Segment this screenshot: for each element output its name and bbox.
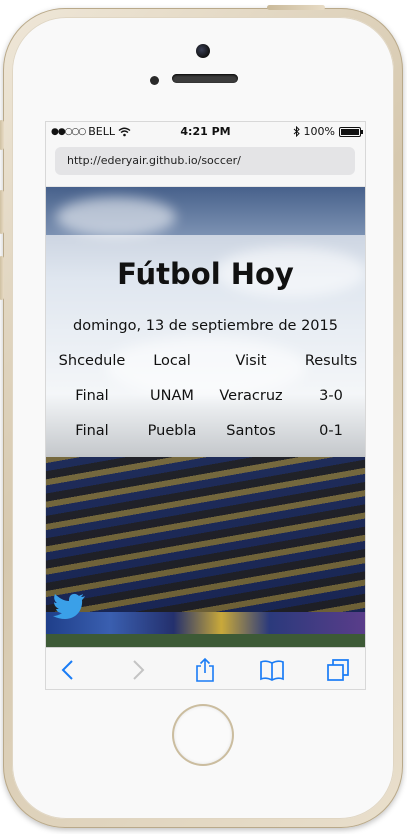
table-row: Final UNAM Veracruz 3-0 [46,388,365,423]
visit-team-cell: Veracruz [219,388,283,404]
share-icon[interactable] [192,657,218,683]
mute-switch [0,120,4,150]
pitch-edge [46,634,365,647]
safari-toolbar [46,647,365,689]
earpiece-speaker [172,74,238,83]
volume-down-button [0,256,4,300]
match-date: domingo, 13 de septiembre de 2015 [73,318,338,334]
twitter-bird-icon [53,593,85,619]
battery-icon [339,126,363,137]
schedule-cell: Final [75,423,109,439]
proximity-sensor [150,76,159,85]
stadium-banner [46,612,365,634]
bookmarks-icon[interactable] [259,657,285,683]
status-bar: ●●○○○ BELL 4:21 PM 100% [46,122,365,142]
back-chevron-icon[interactable] [56,657,82,683]
table-row: Final Puebla Santos 0-1 [46,423,365,458]
tabs-icon[interactable] [325,657,351,683]
result-cell: 3-0 [319,388,343,404]
address-bar-area: http://ederyair.github.io/soccer/ [46,142,365,187]
background-cloud [56,197,176,237]
forward-chevron-icon[interactable] [124,657,150,683]
battery-percent: 100% [303,125,335,138]
result-cell: 0-1 [319,423,343,439]
header-visit: Visit [235,353,267,369]
volume-up-button [0,190,4,234]
header-schedule: Shcedule [58,353,126,369]
front-camera [196,44,210,58]
home-button[interactable] [174,706,232,764]
table-header-row: Shcedule Local Visit Results [46,353,365,388]
page-title: Fútbol Hoy [117,257,294,291]
header-results: Results [304,353,358,369]
visit-team-cell: Santos [226,423,276,439]
schedule-cell: Final [75,388,109,404]
power-button [267,5,325,10]
results-table: Shcedule Local Visit Results Final UNAM … [46,353,365,458]
url-field[interactable]: http://ederyair.github.io/soccer/ [55,147,355,175]
header-local: Local [153,353,191,369]
bluetooth-icon [293,126,300,137]
local-team-cell: UNAM [150,388,194,404]
web-content: Fútbol Hoy domingo, 13 de septiembre de … [46,187,365,647]
device-screen: ●●○○○ BELL 4:21 PM 100% http://ederyair.… [45,121,366,690]
local-team-cell: Puebla [147,423,197,439]
